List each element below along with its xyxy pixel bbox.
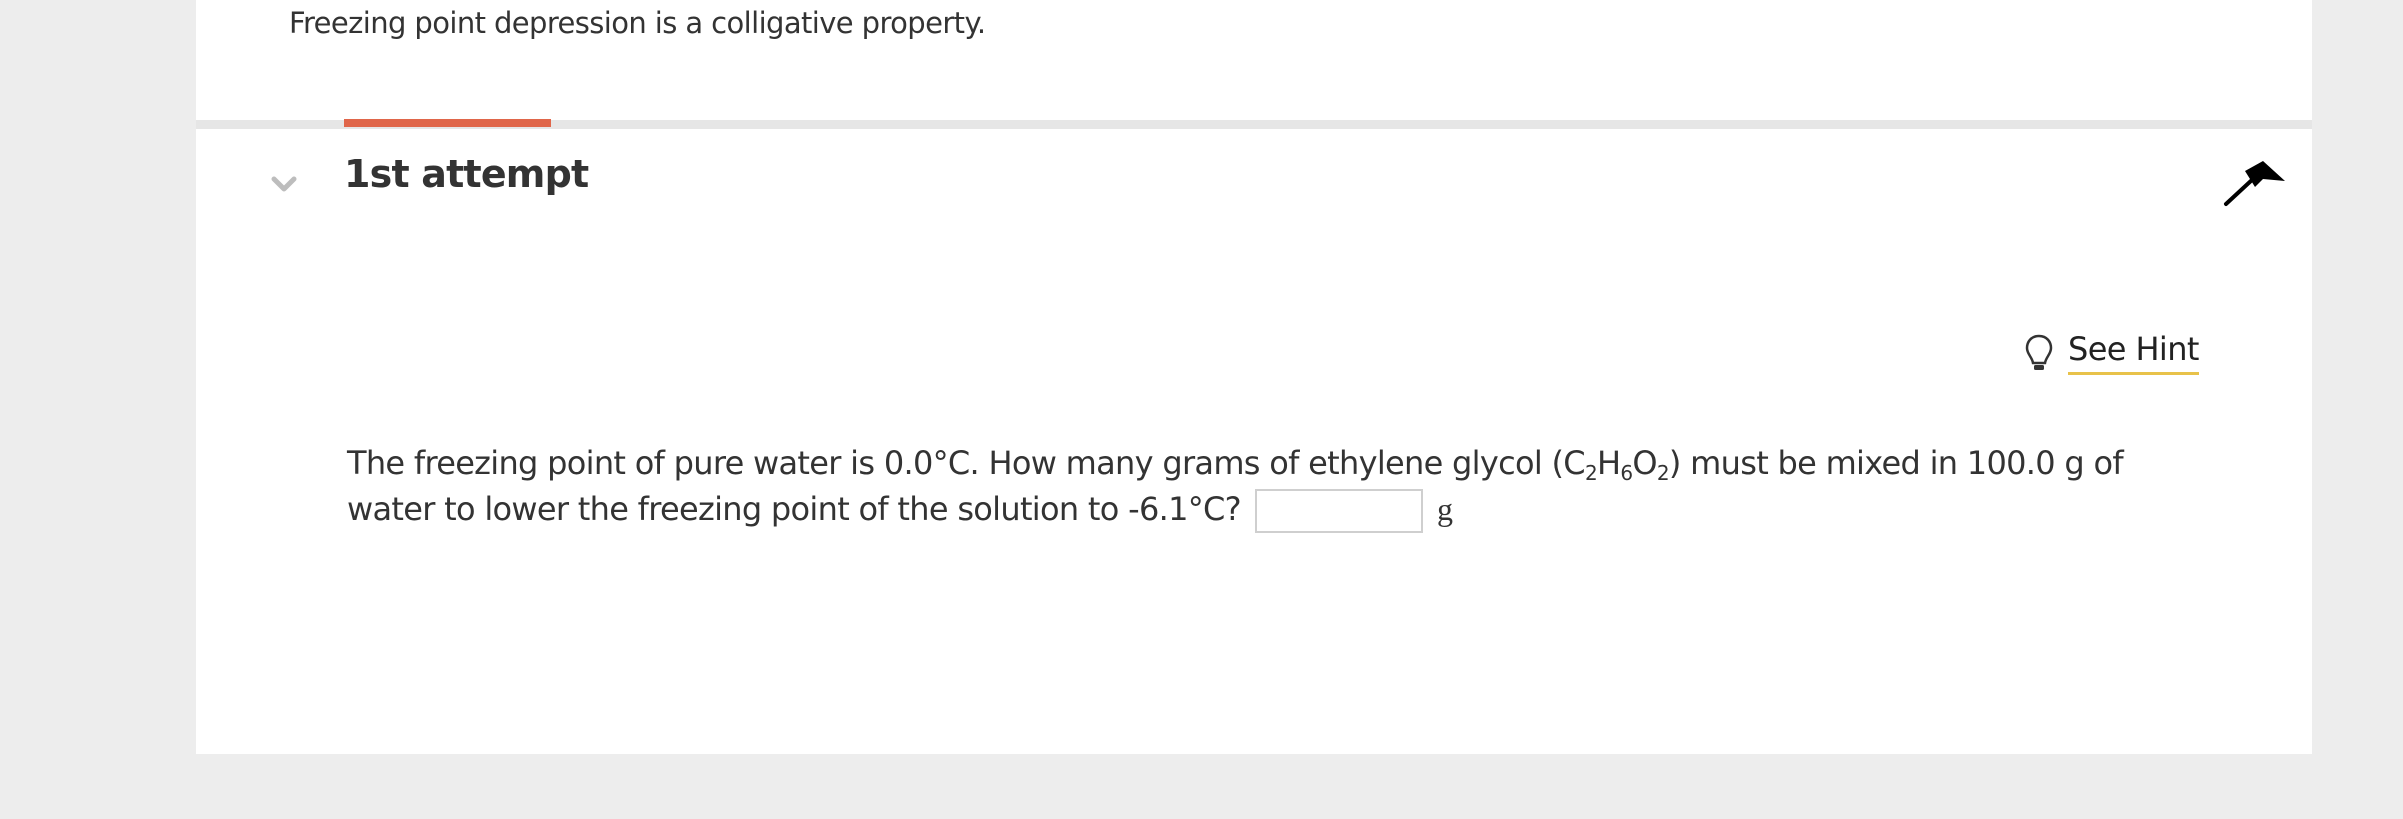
question-part: The freezing point of pure water is 0.0°… xyxy=(347,444,1586,482)
question-part: O xyxy=(1632,444,1657,482)
chevron-down-icon[interactable] xyxy=(270,170,298,198)
subscript: 2 xyxy=(1656,461,1670,485)
intro-text: Freezing point depression is a colligati… xyxy=(289,6,986,40)
page: Freezing point depression is a colligati… xyxy=(0,0,2403,819)
subscript: 6 xyxy=(1620,461,1633,485)
question-part: H xyxy=(1596,444,1621,482)
lightbulb-icon xyxy=(2025,334,2053,370)
answer-unit: g xyxy=(1436,491,1453,527)
see-hint-label: See Hint xyxy=(2068,330,2199,375)
see-hint-button[interactable]: See Hint xyxy=(2024,330,2199,375)
subscript: 2 xyxy=(1584,461,1598,485)
question-text: The freezing point of pure water is 0.0°… xyxy=(347,440,2207,533)
flag-icon[interactable] xyxy=(2223,159,2287,207)
active-attempt-indicator xyxy=(344,119,551,127)
attempt-title: 1st attempt xyxy=(344,152,589,196)
answer-input[interactable] xyxy=(1254,489,1423,533)
intro-panel: Freezing point depression is a colligati… xyxy=(196,0,2312,120)
